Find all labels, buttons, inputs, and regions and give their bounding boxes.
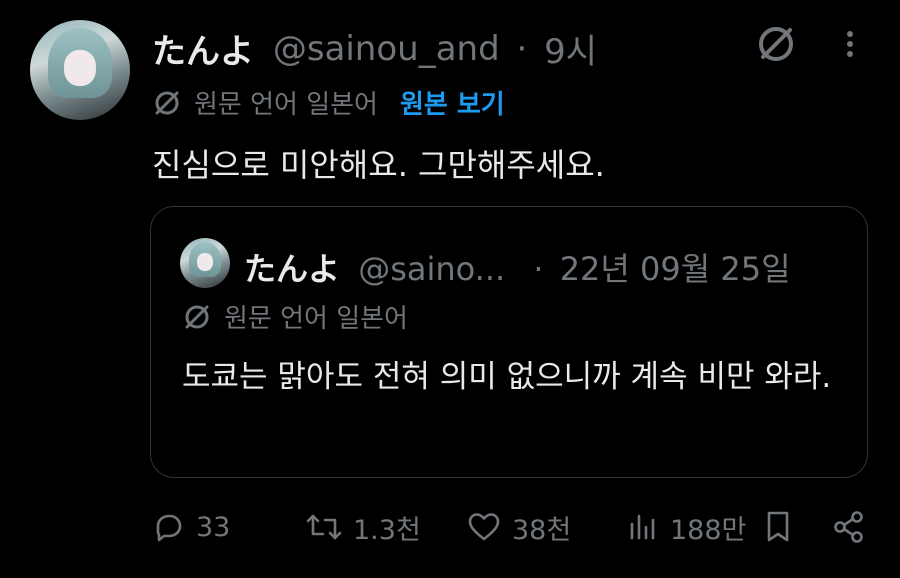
views-count: 188만	[670, 514, 747, 546]
reply-button[interactable]: 33	[152, 505, 230, 549]
quote-avatar	[180, 238, 230, 288]
quote-separator-dot: ·	[533, 250, 544, 288]
grok-icon[interactable]	[756, 24, 796, 64]
action-bar: 33 1.3천 38천 188만	[0, 505, 900, 549]
translation-row: 원문 언어 일본어 원본 보기	[152, 84, 505, 121]
repost-button[interactable]: 1.3천	[305, 505, 421, 549]
tweet-text: 진심으로 미안해요. 그만해주세요.	[152, 146, 605, 184]
quote-text: 도쿄는 맑아도 전혀 의미 없으니까 계속 비만 와라.	[182, 359, 832, 395]
heart-icon	[468, 513, 500, 541]
display-name[interactable]: たんよ	[152, 32, 254, 72]
quote-date: 22년 09월 25일	[559, 250, 791, 288]
quote-handle: @saino...	[358, 250, 506, 288]
timestamp[interactable]: 9시	[544, 32, 597, 72]
more-icon[interactable]	[838, 26, 862, 62]
like-count: 38천	[512, 514, 572, 546]
handle[interactable]: @sainou_and	[273, 29, 500, 69]
quote-display-name: たんよ	[244, 250, 341, 288]
translate-icon	[185, 305, 209, 328]
views-button[interactable]: 188만	[626, 505, 746, 549]
bookmark-button[interactable]	[762, 505, 804, 549]
avatar[interactable]	[30, 20, 130, 120]
show-original-link[interactable]: 원본 보기	[400, 84, 505, 121]
quote-translation-row: 원문 언어 일본어	[182, 298, 408, 335]
quote-header: たんよ @saino... · 22년 09월 25일	[244, 244, 791, 290]
separator-dot: ·	[516, 28, 528, 69]
reply-count: 33	[196, 511, 231, 543]
share-icon	[834, 511, 863, 543]
bookmark-icon	[767, 511, 789, 542]
translate-icon	[155, 91, 179, 114]
translation-notice: 원문 언어 일본어	[194, 90, 378, 120]
like-button[interactable]: 38천	[466, 505, 571, 549]
repost-icon	[306, 514, 342, 540]
views-icon	[630, 514, 655, 540]
quote-translation-notice: 원문 언어 일본어	[224, 304, 408, 334]
share-button[interactable]	[832, 505, 876, 549]
reply-icon	[156, 514, 182, 542]
tweet-header: たんよ @sainou_and · 9시	[152, 24, 597, 73]
repost-count: 1.3천	[353, 514, 421, 546]
